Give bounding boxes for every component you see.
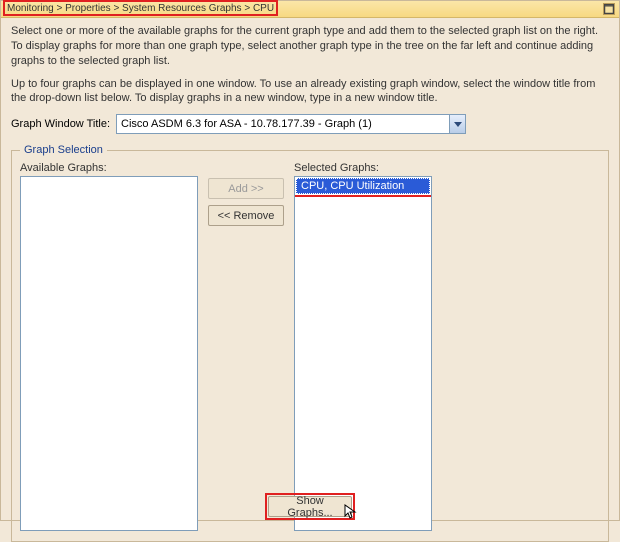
chevron-down-icon — [454, 120, 462, 128]
selected-col: Selected Graphs: CPU, CPU Utilization — [294, 162, 432, 531]
graph-selection-legend: Graph Selection — [20, 144, 107, 156]
instructions-line-1: Select one or more of the available grap… — [11, 24, 609, 69]
graph-window-title-row: Graph Window Title: Cisco ASDM 6.3 for A… — [11, 114, 609, 134]
combo-dropdown-button[interactable] — [449, 115, 465, 133]
transfer-buttons-col: Add >> << Remove — [206, 162, 286, 531]
graph-selection-group: Graph Selection Available Graphs: Add >>… — [11, 144, 609, 542]
remove-button-label: << Remove — [218, 210, 275, 222]
breadcrumb-text: Monitoring > Properties > System Resourc… — [7, 3, 274, 14]
show-graphs-wrap: Show Graphs... — [268, 496, 352, 517]
content-area: Select one or more of the available grap… — [1, 18, 619, 542]
show-graphs-button[interactable]: Show Graphs... — [268, 496, 352, 517]
show-graphs-label: Show Graphs... — [275, 495, 345, 519]
selected-label: Selected Graphs: — [294, 162, 432, 174]
selected-graphs-list[interactable]: CPU, CPU Utilization — [294, 176, 432, 531]
graph-window-title-combo[interactable]: Cisco ASDM 6.3 for ASA - 10.78.177.39 - … — [116, 114, 466, 134]
add-button-label: Add >> — [228, 183, 263, 195]
title-bar: Monitoring > Properties > System Resourc… — [1, 1, 619, 18]
maximize-icon — [604, 4, 614, 14]
available-col: Available Graphs: — [20, 162, 198, 531]
available-graphs-list[interactable] — [20, 176, 198, 531]
instructions: Select one or more of the available grap… — [11, 24, 609, 106]
maximize-button[interactable] — [603, 3, 615, 15]
available-label: Available Graphs: — [20, 162, 198, 174]
breadcrumb: Monitoring > Properties > System Resourc… — [3, 0, 278, 16]
remove-button[interactable]: << Remove — [208, 205, 284, 226]
list-item[interactable]: CPU, CPU Utilization — [296, 178, 430, 194]
graph-window-title-label: Graph Window Title: — [11, 118, 110, 130]
instructions-line-2: Up to four graphs can be displayed in on… — [11, 77, 609, 107]
window-root: Monitoring > Properties > System Resourc… — [0, 0, 620, 521]
combo-value: Cisco ASDM 6.3 for ASA - 10.78.177.39 - … — [121, 118, 372, 130]
graph-selection-body: Available Graphs: Add >> << Remove Selec… — [20, 162, 600, 531]
add-button[interactable]: Add >> — [208, 178, 284, 199]
cursor-icon — [344, 504, 358, 523]
bottom-bar: Show Graphs... — [1, 496, 619, 517]
